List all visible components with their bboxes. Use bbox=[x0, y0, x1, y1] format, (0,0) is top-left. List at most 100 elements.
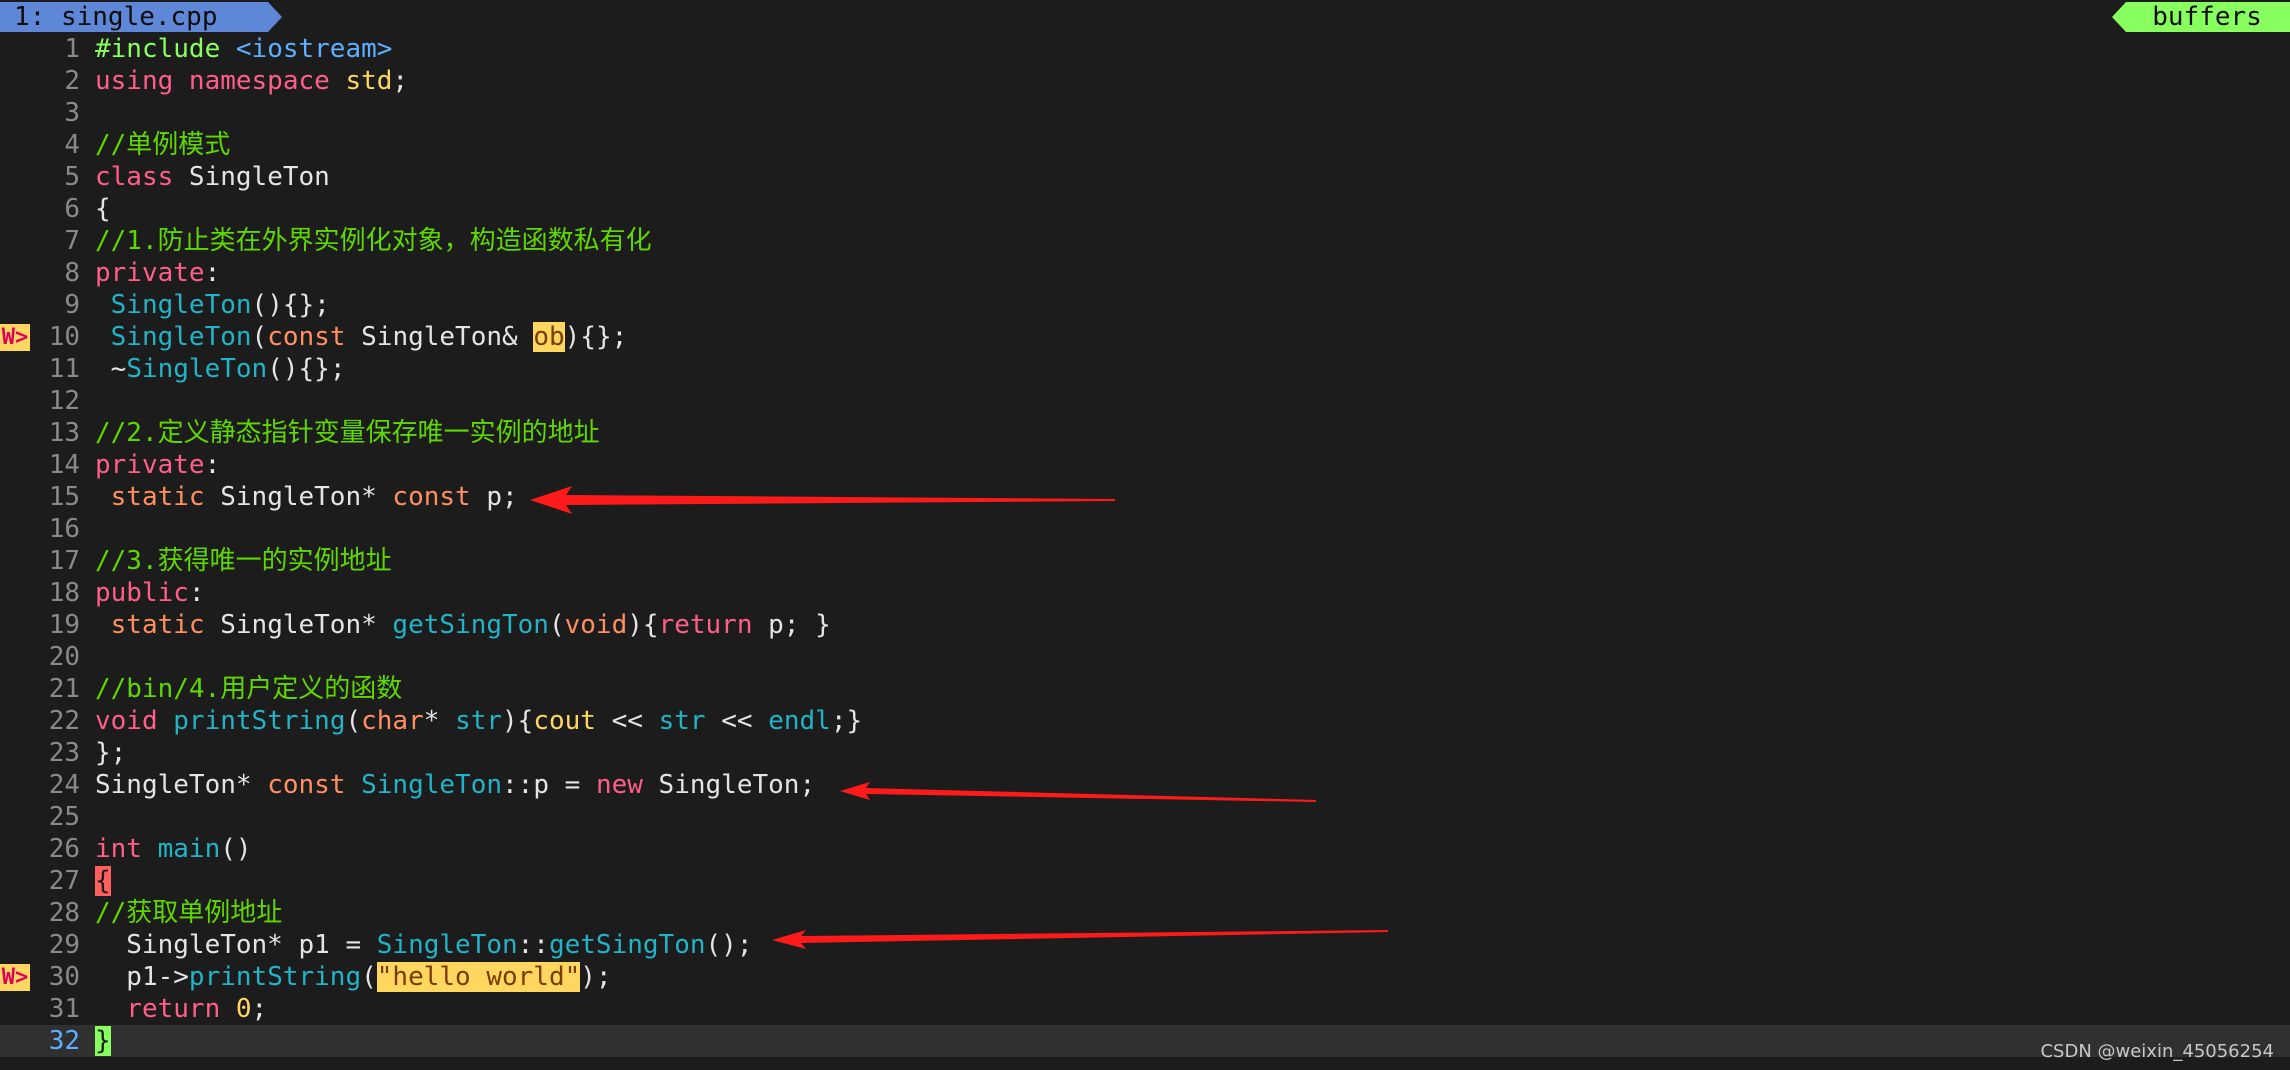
line-number: 18 bbox=[48, 578, 80, 608]
code-line[interactable]: 9 SingleTon(){}; bbox=[0, 289, 2290, 321]
code-line[interactable]: 32} bbox=[0, 1025, 2290, 1057]
code-line[interactable]: 16 bbox=[0, 513, 2290, 545]
code-line[interactable]: 7 //1.防止类在外界实例化对象，构造函数私有化 bbox=[0, 225, 2290, 257]
code-token: } bbox=[95, 1026, 111, 1056]
code-text[interactable]: } bbox=[95, 1025, 111, 1057]
code-token: main bbox=[157, 834, 221, 864]
tab-single-cpp[interactable]: 1: single.cpp bbox=[0, 2, 282, 32]
code-token: return bbox=[126, 994, 221, 1024]
buffers-indicator[interactable]: buffers bbox=[2112, 2, 2290, 32]
code-line[interactable]: 14 private: bbox=[0, 449, 2290, 481]
code-token: void bbox=[564, 610, 628, 640]
code-text[interactable]: }; bbox=[95, 737, 126, 769]
code-token: const bbox=[267, 322, 346, 352]
code-text[interactable]: int main() bbox=[95, 833, 252, 865]
code-line[interactable]: 26 int main() bbox=[0, 833, 2290, 865]
code-text[interactable]: SingleTon(const SingleTon& ob){}; bbox=[95, 321, 627, 353]
code-line[interactable]: 3 bbox=[0, 97, 2290, 129]
line-number: 32 bbox=[48, 1026, 80, 1056]
code-token: ::p = bbox=[502, 770, 596, 800]
code-token: (){}; bbox=[251, 290, 330, 320]
code-line[interactable]: 18 public: bbox=[0, 577, 2290, 609]
code-line[interactable]: 17 //3.获得唯一的实例地址 bbox=[0, 545, 2290, 577]
code-text[interactable]: public: bbox=[95, 577, 205, 609]
code-text[interactable]: p1->printString("hello world"); bbox=[95, 961, 612, 993]
code-token: ; bbox=[392, 66, 409, 96]
code-text[interactable]: //获取单例地址 bbox=[95, 897, 282, 929]
code-line[interactable]: 11 ~SingleTon(){}; bbox=[0, 353, 2290, 385]
code-line[interactable]: W> 30 p1->printString("hello world"); bbox=[0, 961, 2290, 993]
code-line[interactable]: 12 bbox=[0, 385, 2290, 417]
code-token: { bbox=[95, 194, 111, 224]
code-token: class bbox=[95, 162, 189, 192]
line-number: 17 bbox=[48, 546, 80, 576]
code-text[interactable]: void printString(char* str){cout << str … bbox=[95, 705, 862, 737]
code-line[interactable]: 13 //2.定义静态指针变量保存唯一实例的地址 bbox=[0, 417, 2290, 449]
code-token: ; bbox=[251, 994, 268, 1024]
code-token: //3.获得唯一的实例地址 bbox=[95, 546, 392, 576]
line-number: 20 bbox=[48, 642, 80, 672]
code-token: getSingTon bbox=[392, 610, 549, 640]
code-line[interactable]: 21 //bin/4.用户定义的函数 bbox=[0, 673, 2290, 705]
code-text[interactable]: //2.定义静态指针变量保存唯一实例的地址 bbox=[95, 417, 600, 449]
code-token: ( bbox=[345, 706, 362, 736]
line-number: 9 bbox=[64, 290, 80, 320]
code-line[interactable]: 4 //单例模式 bbox=[0, 129, 2290, 161]
code-line[interactable]: 15 static SingleTon* const p; bbox=[0, 481, 2290, 513]
code-text[interactable]: using namespace std; bbox=[95, 65, 408, 97]
code-text[interactable]: #include <iostream> bbox=[95, 33, 392, 65]
code-text[interactable]: static SingleTon* const p; bbox=[95, 481, 518, 513]
code-text[interactable]: //单例模式 bbox=[95, 129, 230, 161]
code-line[interactable]: 23}; bbox=[0, 737, 2290, 769]
code-text[interactable]: class SingleTon bbox=[95, 161, 330, 193]
code-token: const bbox=[267, 770, 346, 800]
code-line[interactable]: 20 bbox=[0, 641, 2290, 673]
code-token: ){}; bbox=[564, 322, 628, 352]
line-number: 12 bbox=[48, 386, 80, 416]
code-text[interactable]: private: bbox=[95, 449, 220, 481]
code-line[interactable]: 31 return 0; bbox=[0, 993, 2290, 1025]
line-number: 7 bbox=[64, 226, 80, 256]
code-line[interactable]: 19 static SingleTon* getSingTon(void){re… bbox=[0, 609, 2290, 641]
code-line[interactable]: W> 10 SingleTon(const SingleTon& ob){}; bbox=[0, 321, 2290, 353]
vim-editor[interactable]: 1: single.cpp buffers 1 #include <iostrea… bbox=[0, 0, 2290, 1070]
line-number: 8 bbox=[64, 258, 80, 288]
warning-sign[interactable]: W> bbox=[0, 324, 30, 351]
code-token: #include bbox=[95, 34, 236, 64]
code-token: :: bbox=[517, 930, 549, 960]
code-token: SingleTon bbox=[126, 354, 268, 384]
code-line[interactable]: 27 { bbox=[0, 865, 2290, 897]
code-text[interactable]: private: bbox=[95, 257, 220, 289]
code-line[interactable]: 8 private: bbox=[0, 257, 2290, 289]
code-text[interactable]: //1.防止类在外界实例化对象，构造函数私有化 bbox=[95, 225, 652, 257]
warning-sign[interactable]: W> bbox=[0, 964, 30, 991]
code-buffer[interactable]: 1 #include <iostream> 2 using namespace std… bbox=[0, 33, 2290, 1057]
code-text[interactable]: //3.获得唯一的实例地址 bbox=[95, 545, 392, 577]
code-text[interactable]: SingleTon(){}; bbox=[95, 289, 330, 321]
code-line[interactable]: 2 using namespace std; bbox=[0, 65, 2290, 97]
line-number: 22 bbox=[48, 706, 80, 736]
code-token: ){ bbox=[502, 706, 534, 736]
code-token: ( bbox=[361, 962, 377, 992]
code-text[interactable]: SingleTon* const SingleTon::p = new Sing… bbox=[95, 769, 815, 801]
code-line[interactable]: 1 #include <iostream> bbox=[0, 33, 2290, 65]
code-text[interactable]: //bin/4.用户定义的函数 bbox=[95, 673, 402, 705]
code-token: SingleTon bbox=[188, 162, 330, 192]
code-text[interactable]: { bbox=[95, 865, 111, 897]
code-text[interactable]: { bbox=[95, 193, 111, 225]
code-line[interactable]: 6{ bbox=[0, 193, 2290, 225]
code-token: SingleTon bbox=[376, 930, 518, 960]
code-text[interactable]: ~SingleTon(){}; bbox=[95, 353, 346, 385]
code-token: private bbox=[95, 258, 205, 288]
line-number: 2 bbox=[64, 66, 80, 96]
line-number: 19 bbox=[48, 610, 80, 640]
line-number: 23 bbox=[48, 738, 80, 768]
code-text[interactable]: return 0; bbox=[95, 993, 267, 1025]
code-token: //bin/4.用户定义的函数 bbox=[95, 674, 403, 704]
code-text[interactable]: static SingleTon* getSingTon(void){retur… bbox=[95, 609, 831, 641]
code-line[interactable]: 22 void printString(char* str){cout << st… bbox=[0, 705, 2290, 737]
code-text[interactable]: SingleTon* p1 = SingleTon::getSingTon(); bbox=[95, 929, 752, 961]
code-line[interactable]: 5 class SingleTon bbox=[0, 161, 2290, 193]
